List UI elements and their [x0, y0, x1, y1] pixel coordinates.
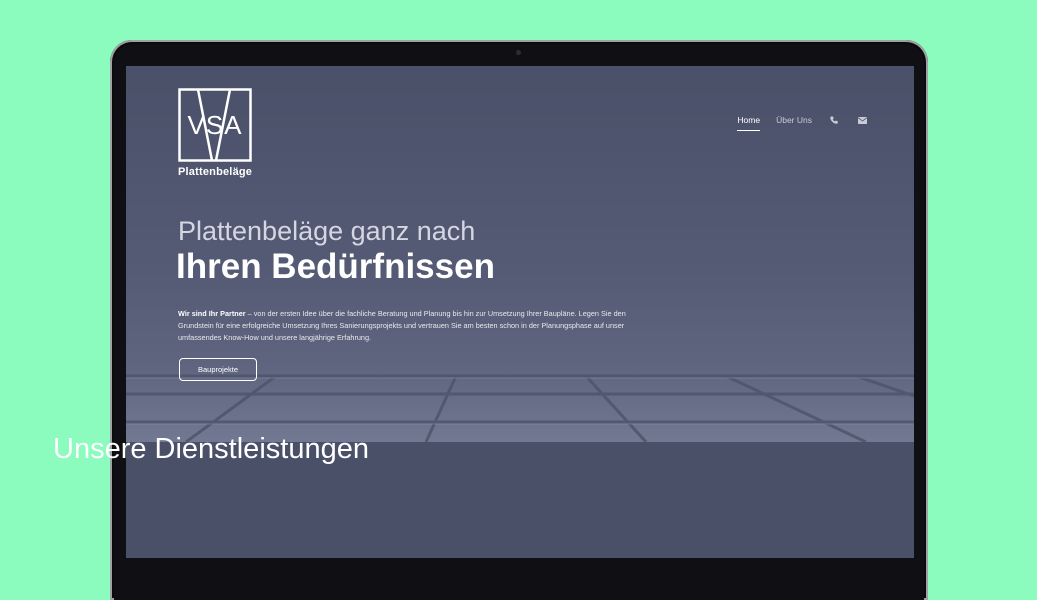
nav-item-home[interactable]: Home [737, 115, 760, 131]
logo-wordmark: Plattenbeläge [178, 166, 253, 178]
intro-bold-lead: Wir sind Ihr Partner [178, 309, 246, 319]
hero-intro-text: Wir sind Ihr Partner – von der ersten Id… [178, 308, 640, 344]
main-nav: Home Über Uns [737, 115, 868, 131]
hero-headline-line1: Plattenbeläge ganz nach [178, 216, 476, 246]
services-title: Unsere Dienstleistungen [53, 433, 369, 465]
hero-headline-line2: Ihren Bedürfnissen [176, 247, 495, 286]
envelope-icon[interactable] [856, 115, 868, 131]
nav-item-ueber-uns[interactable]: Über Uns [776, 115, 812, 131]
logo-mark-text: VSA [187, 110, 242, 140]
phone-icon[interactable] [828, 115, 840, 131]
website-screen: VSA Plattenbeläge Home Über Uns Plattenb… [126, 66, 914, 558]
intro-body: – von der ersten Idee über die fachliche… [178, 309, 626, 343]
bauprojekte-button[interactable]: Bauprojekte [179, 358, 257, 381]
camera-icon [516, 50, 521, 55]
vsa-logo-icon[interactable]: VSA [178, 88, 252, 162]
hero-section: VSA Plattenbeläge Home Über Uns Plattenb… [126, 66, 914, 442]
